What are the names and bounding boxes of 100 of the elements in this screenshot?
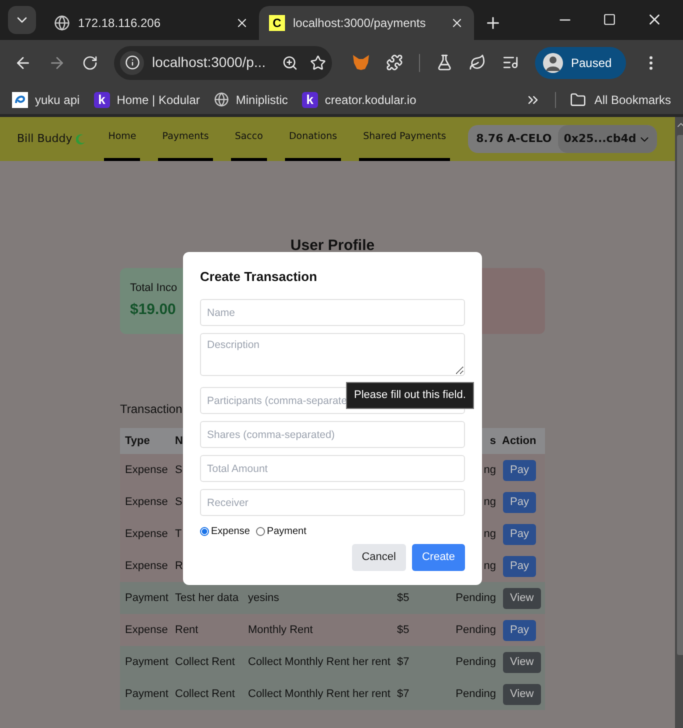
bookmark-star-icon[interactable] bbox=[310, 54, 326, 70]
site-info-icon[interactable] bbox=[124, 55, 140, 70]
avatar-icon bbox=[543, 52, 563, 72]
tab-title: localhost:3000/payments bbox=[293, 15, 427, 32]
table-cell-text: Expense bbox=[124, 462, 169, 478]
wallet-pill[interactable]: 8.76 A-CELO 0x25...cb4d bbox=[468, 125, 658, 153]
site-favicon: k bbox=[94, 92, 110, 108]
address-bar[interactable]: localhost:3000/p... bbox=[114, 46, 332, 80]
table-cell-text: $7 bbox=[396, 686, 410, 702]
moon-icon bbox=[76, 134, 86, 144]
zoom-icon[interactable] bbox=[282, 54, 298, 70]
table-cell-text: R bbox=[174, 558, 183, 574]
wallet-address[interactable]: 0x25...cb4d bbox=[558, 125, 658, 153]
nav-link[interactable]: Home bbox=[104, 117, 140, 161]
table-cell-text: Expense bbox=[124, 622, 169, 638]
table-cell-text: $5 bbox=[396, 590, 410, 606]
table-cell-text: Pending bbox=[454, 590, 497, 606]
radio-label[interactable]: Payment bbox=[266, 524, 306, 538]
bookmark-item[interactable]: yuku api bbox=[12, 90, 80, 108]
dialog-title: Create Transaction bbox=[200, 268, 318, 286]
view-button[interactable]: View bbox=[503, 588, 541, 608]
cancel-button[interactable]: Cancel bbox=[352, 544, 406, 571]
table-cell-text: ng bbox=[482, 462, 497, 478]
bookmark-item[interactable]: Miniplistic bbox=[214, 90, 288, 108]
table-cell-text: yesins bbox=[247, 590, 280, 606]
playlist-icon[interactable] bbox=[502, 54, 519, 71]
maximize-icon[interactable] bbox=[603, 13, 616, 26]
pay-button[interactable]: Pay bbox=[503, 620, 536, 640]
validation-tooltip: Please fill out this field. bbox=[346, 382, 474, 408]
table-cell-text: ng bbox=[482, 526, 497, 542]
leaf-icon[interactable] bbox=[469, 54, 486, 71]
table-cell-text: Expense bbox=[124, 494, 169, 510]
create-button[interactable]: Create bbox=[412, 544, 465, 571]
close-tab-icon[interactable] bbox=[450, 16, 464, 30]
table-cell-text: $7 bbox=[396, 654, 410, 670]
browser-tab[interactable]: 172.18.116.206 bbox=[44, 6, 259, 40]
input-field[interactable]: Name bbox=[200, 299, 465, 326]
input-field[interactable]: Receiver bbox=[200, 489, 465, 516]
table-cell-text: T bbox=[174, 526, 182, 542]
pay-button[interactable]: Pay bbox=[503, 460, 536, 480]
browser-tab[interactable]: C localhost:3000/payments bbox=[259, 6, 474, 40]
all-bookmarks-button[interactable]: All Bookmarks bbox=[570, 90, 671, 108]
folder-icon bbox=[570, 92, 586, 108]
table-cell-text: Expense bbox=[124, 526, 169, 542]
table-cell-text: Monthly Rent bbox=[247, 622, 314, 638]
extensions-icon[interactable] bbox=[386, 54, 403, 71]
nav-link[interactable]: Payments bbox=[158, 117, 213, 161]
column-header: Action bbox=[501, 434, 538, 449]
address-text: localhost:3000/p... bbox=[152, 53, 267, 72]
description-field[interactable]: Description bbox=[200, 333, 465, 376]
site-favicon: k bbox=[302, 92, 318, 108]
bookmark-item[interactable]: k Home | Kodular bbox=[94, 90, 200, 108]
profile-button[interactable]: Paused bbox=[535, 46, 626, 78]
table-cell-text: S bbox=[174, 462, 182, 478]
table-cell-text: Rent bbox=[174, 622, 198, 638]
brand-name[interactable]: Bill Buddy bbox=[17, 130, 72, 148]
tab-search-button[interactable] bbox=[8, 6, 36, 34]
bookmark-item[interactable]: k creator.kodular.io bbox=[302, 90, 416, 108]
site-favicon: C bbox=[269, 15, 285, 31]
pay-button[interactable]: Pay bbox=[503, 556, 536, 576]
table-cell-text: Test her data bbox=[174, 590, 239, 606]
fox-icon[interactable] bbox=[352, 54, 370, 71]
nav-link[interactable]: Shared Payments bbox=[359, 117, 450, 161]
site-favicon bbox=[12, 92, 28, 108]
page-title: User Profile bbox=[289, 237, 376, 255]
card-label: Total Inco bbox=[130, 281, 178, 295]
table-cell-text: S bbox=[174, 494, 182, 510]
card-value: $19.00 bbox=[130, 301, 176, 319]
view-button[interactable]: View bbox=[503, 684, 541, 704]
table-cell-text: ng bbox=[482, 494, 497, 510]
table-cell-text: Collect Monthly Rent her rent bbox=[247, 654, 392, 670]
reload-icon[interactable] bbox=[82, 54, 98, 70]
table-cell-text: Collect Rent bbox=[174, 654, 235, 670]
table-cell-text: ng bbox=[482, 558, 497, 574]
close-tab-icon[interactable] bbox=[235, 16, 249, 30]
new-tab-icon[interactable] bbox=[484, 14, 502, 32]
nav-link[interactable]: Sacco bbox=[230, 117, 267, 161]
radio-button[interactable] bbox=[256, 526, 265, 536]
table-cell-text: Pending bbox=[454, 686, 497, 702]
column-header: s bbox=[488, 434, 497, 449]
column-header: N bbox=[174, 434, 183, 449]
globe-icon bbox=[54, 15, 70, 31]
table-cell-text: Payment bbox=[124, 686, 170, 702]
table-cell-text: Payment bbox=[124, 590, 170, 606]
radio-button[interactable] bbox=[200, 526, 209, 536]
flask-icon[interactable] bbox=[436, 54, 453, 71]
input-field[interactable]: Shares (comma-separated) bbox=[200, 421, 465, 448]
table-cell-text: Pending bbox=[454, 654, 497, 670]
table-cell-text: Collect Monthly Rent her rent bbox=[247, 686, 392, 702]
radio-label[interactable]: Expense bbox=[211, 524, 250, 538]
nav-link[interactable]: Donations bbox=[284, 117, 342, 161]
table-cell-text: Collect Rent bbox=[174, 686, 235, 702]
pay-button[interactable]: Pay bbox=[503, 524, 536, 544]
tab-title: 172.18.116.206 bbox=[78, 15, 162, 32]
wallet-balance: 8.76 A-CELO bbox=[476, 130, 552, 147]
column-header: Type bbox=[124, 434, 151, 449]
pay-button[interactable]: Pay bbox=[503, 492, 536, 512]
input-field[interactable]: Total Amount bbox=[200, 455, 465, 482]
view-button[interactable]: View bbox=[503, 652, 541, 672]
table-cell-text: Payment bbox=[124, 654, 170, 670]
